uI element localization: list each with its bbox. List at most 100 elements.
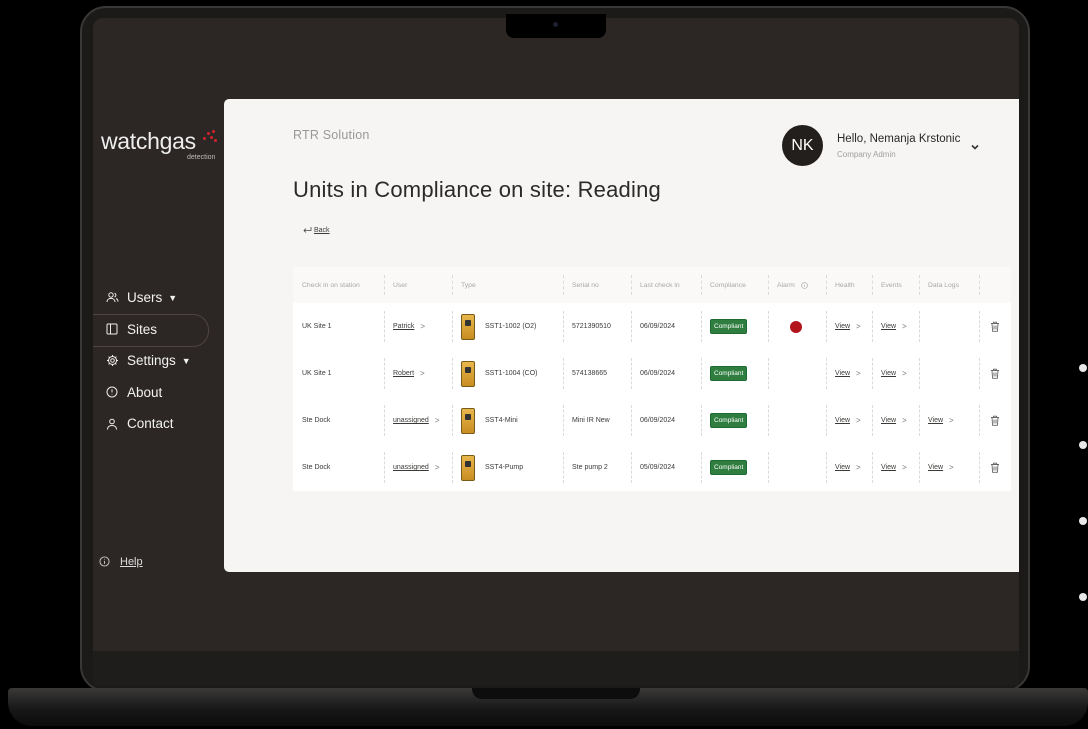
chevron-right-icon: > bbox=[949, 463, 954, 472]
health-cell: View > bbox=[826, 397, 872, 444]
pagination-dot bbox=[1079, 593, 1087, 601]
data-logs-cell: View > bbox=[919, 397, 979, 444]
health-view-link[interactable]: View bbox=[835, 323, 850, 330]
type-cell: SST4-Pump bbox=[452, 444, 563, 491]
station-cell: Ste Dock bbox=[302, 417, 331, 424]
pagination-dot bbox=[1079, 441, 1087, 449]
gear-icon bbox=[105, 354, 119, 368]
sidebar-item-contact[interactable]: Contact bbox=[93, 408, 213, 440]
caret-down-icon: ▼ bbox=[181, 355, 191, 366]
data-logs-cell: View > bbox=[919, 444, 979, 491]
laptop-base-notch bbox=[472, 688, 640, 699]
info-icon bbox=[105, 385, 119, 399]
type-cell: SST1-1002 (O2) bbox=[452, 303, 563, 350]
trash-icon[interactable] bbox=[990, 415, 1000, 426]
health-view-link[interactable]: View bbox=[835, 417, 850, 424]
column-header[interactable]: Type bbox=[452, 267, 563, 303]
type-label: SST4-Mini bbox=[485, 417, 518, 424]
chevron-down-icon[interactable] bbox=[969, 142, 981, 152]
column-header[interactable]: Events bbox=[872, 267, 919, 303]
info-icon bbox=[800, 281, 808, 289]
sidebar-item-sites[interactable]: Sites bbox=[93, 313, 213, 346]
gas-detector-icon bbox=[461, 407, 475, 434]
station-cell: UK Site 1 bbox=[302, 370, 332, 377]
camera-notch bbox=[506, 14, 606, 38]
info-icon bbox=[99, 556, 111, 568]
data-logs-view-link[interactable]: View bbox=[928, 464, 943, 471]
table-row: Ste Dock unassigned > SST4-Mini Mini IR N… bbox=[293, 397, 1011, 444]
column-header[interactable]: Serial no bbox=[563, 267, 631, 303]
sidebar-item-settings[interactable]: Settings ▼ bbox=[93, 345, 213, 377]
data-logs-view-link[interactable]: View bbox=[928, 417, 943, 424]
column-header[interactable]: Data Logs bbox=[919, 267, 979, 303]
status-badge: Compliant bbox=[710, 460, 748, 475]
user-link[interactable]: unassigned bbox=[393, 417, 429, 424]
alarm-cell bbox=[768, 303, 826, 350]
events-view-link[interactable]: View bbox=[881, 464, 896, 471]
sites-icon bbox=[105, 322, 119, 336]
help-link[interactable]: Help bbox=[99, 556, 143, 568]
events-view-link[interactable]: View bbox=[881, 370, 896, 377]
chevron-right-icon: > bbox=[902, 369, 907, 378]
health-view-link[interactable]: View bbox=[835, 370, 850, 377]
table-row: UK Site 1 Patrick > SST1-1002 (O2) 572139… bbox=[293, 303, 1011, 350]
user-cell: Patrick > bbox=[384, 303, 452, 350]
serial-cell: 574138665 bbox=[563, 350, 631, 397]
column-header-label: Alarm bbox=[777, 281, 795, 289]
back-button[interactable]: Back bbox=[302, 226, 330, 234]
contact-icon bbox=[105, 417, 119, 431]
trash-icon[interactable] bbox=[990, 462, 1000, 473]
breadcrumb[interactable]: RTR Solution bbox=[293, 128, 370, 142]
table-row: Ste Dock unassigned > SST4-Pump Ste pump … bbox=[293, 444, 1011, 491]
users-icon bbox=[105, 291, 119, 305]
chevron-right-icon: > bbox=[434, 463, 440, 472]
compliance-cell: Compliant bbox=[701, 397, 768, 444]
user-cell: unassigned > bbox=[384, 444, 452, 491]
data-logs-cell bbox=[919, 350, 979, 397]
last-check-cell: 05/09/2024 bbox=[631, 444, 701, 491]
last-check-cell: 06/09/2024 bbox=[631, 303, 701, 350]
laptop-chin bbox=[93, 651, 1019, 685]
compliance-cell: Compliant bbox=[701, 350, 768, 397]
user-link[interactable]: Robert bbox=[393, 370, 414, 377]
health-view-link[interactable]: View bbox=[835, 464, 850, 471]
logo-dots-icon bbox=[198, 128, 218, 146]
main-content: RTR Solution Units in Compliance on site… bbox=[224, 99, 1019, 572]
events-view-link[interactable]: View bbox=[881, 323, 896, 330]
pagination-dot bbox=[1079, 364, 1087, 372]
user-link[interactable]: unassigned bbox=[393, 464, 429, 471]
sidebar-item-about[interactable]: About bbox=[93, 377, 213, 409]
column-header[interactable]: Compliance bbox=[701, 267, 768, 303]
user-greeting: Hello, Nemanja Krstonic bbox=[837, 133, 961, 145]
sidebar-item-users[interactable]: Users ▼ bbox=[93, 282, 213, 314]
column-header-alarm[interactable]: Alarm bbox=[768, 267, 826, 303]
user-menu[interactable]: NK Hello, Nemanja Krstonic Company Admin bbox=[782, 125, 960, 166]
trash-icon[interactable] bbox=[990, 321, 1000, 332]
brand-logo[interactable]: watchgas detection bbox=[101, 128, 221, 168]
status-badge: Compliant bbox=[710, 413, 748, 428]
events-view-link[interactable]: View bbox=[881, 417, 896, 424]
health-cell: View > bbox=[826, 444, 872, 491]
status-badge: Compliant bbox=[710, 366, 748, 381]
column-header[interactable]: User bbox=[384, 267, 452, 303]
avatar[interactable]: NK bbox=[782, 125, 823, 166]
column-header[interactable]: Health bbox=[826, 267, 872, 303]
sidebar-nav: Users ▼ Sites Settings ▼ About Contact bbox=[93, 282, 213, 440]
actions-cell bbox=[979, 350, 1011, 397]
gas-detector-icon bbox=[461, 360, 475, 387]
app-window: watchgas detection Users ▼ Sites Setting… bbox=[93, 18, 1019, 651]
sidebar-item-label: Contact bbox=[127, 416, 174, 432]
back-label: Back bbox=[314, 226, 330, 234]
user-link[interactable]: Patrick bbox=[393, 323, 414, 330]
serial-cell: Mini IR New bbox=[563, 397, 631, 444]
column-header[interactable]: Last check in bbox=[631, 267, 701, 303]
sidebar-item-label: About bbox=[127, 384, 163, 400]
column-header[interactable]: Check in on station bbox=[293, 267, 384, 303]
serial-cell: 5721390510 bbox=[563, 303, 631, 350]
chevron-right-icon: > bbox=[856, 463, 861, 472]
station-cell: UK Site 1 bbox=[302, 323, 332, 330]
compliance-cell: Compliant bbox=[701, 444, 768, 491]
alarm-icon[interactable] bbox=[790, 320, 802, 333]
chevron-right-icon: > bbox=[856, 369, 861, 378]
trash-icon[interactable] bbox=[990, 368, 1000, 379]
